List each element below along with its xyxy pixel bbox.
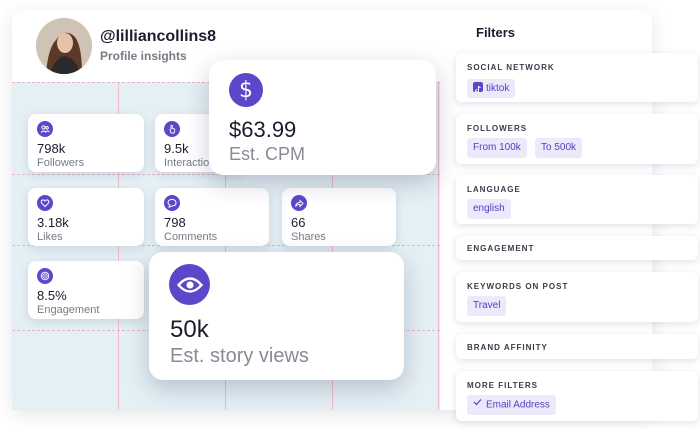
stat-shares: 66 Shares [282,188,396,246]
filter-followers[interactable]: FOLLOWERS From 100k To 500k [456,114,698,164]
keyword-chip[interactable]: Travel [467,296,507,316]
cpm-value: $63.99 [229,117,297,142]
tiktok-chip[interactable]: tiktok [467,79,516,98]
followers-from-chip[interactable]: From 100k [467,138,527,158]
stat-comments: 798 Comments [155,188,269,246]
cpm-card: $ $63.99 Est. CPM [209,60,436,175]
filter-title: MORE FILTERS [467,381,538,390]
stat-value: 9.5k [164,141,189,156]
filter-social-network[interactable]: SOCIAL NETWORK tiktok [456,53,698,102]
users-icon [37,121,53,137]
filter-title: KEYWORDS ON POST [467,282,569,291]
target-icon [37,268,53,284]
stat-label: Likes [37,231,63,243]
filter-title: FOLLOWERS [467,124,528,133]
stat-followers: 798k Followers [28,114,144,172]
avatar [36,18,92,74]
filter-more-filters[interactable]: MORE FILTERS Email Address [456,371,698,421]
tiktok-icon [473,82,483,93]
eye-icon [169,264,210,305]
filter-keywords[interactable]: KEYWORDS ON POST Travel [456,272,698,322]
check-icon [473,394,482,414]
comment-icon [164,195,180,211]
filter-language[interactable]: LANGUAGE english [456,175,698,224]
grid-line [438,82,439,410]
story-views-label: Est. story views [170,345,309,367]
stat-label: Shares [291,231,326,243]
email-address-chip[interactable]: Email Address [467,395,556,415]
stat-engagement: 8.5% Engagement [28,261,144,319]
filter-engagement[interactable]: ENGAGEMENT [456,236,698,260]
profile-handle: @lilliancollins8 [100,28,217,45]
stat-value: 66 [291,215,306,230]
filter-title: SOCIAL NETWORK [467,63,555,72]
stat-label: Comments [164,231,218,243]
stat-value: 3.18k [37,215,69,230]
dollar-icon: $ [229,73,263,107]
stat-likes: 3.18k Likes [28,188,144,246]
stat-value: 8.5% [37,288,67,303]
chip-label: tiktok [486,83,510,94]
filters-title: Filters [476,25,516,40]
stat-value: 798 [164,215,186,230]
story-views-value: 50k [170,316,209,343]
story-views-card: 50k Est. story views [149,252,404,380]
stat-label: Followers [37,157,85,169]
chip-label: Email Address [486,399,550,411]
stat-value: 798k [37,141,66,156]
stat-label: Engagement [37,304,100,316]
filter-title: LANGUAGE [467,185,521,194]
profile-subtitle: Profile insights [100,49,187,63]
share-icon [291,195,307,211]
language-chip[interactable]: english [467,199,511,219]
filter-brand-affinity[interactable]: BRAND AFFINITY [456,334,698,359]
cpm-label: Est. CPM [229,144,306,164]
filter-title: BRAND AFFINITY [467,343,548,352]
heart-icon [37,195,53,211]
filter-title: ENGAGEMENT [467,244,535,253]
hand-pointer-icon [164,121,180,137]
followers-to-chip[interactable]: To 500k [535,138,583,158]
